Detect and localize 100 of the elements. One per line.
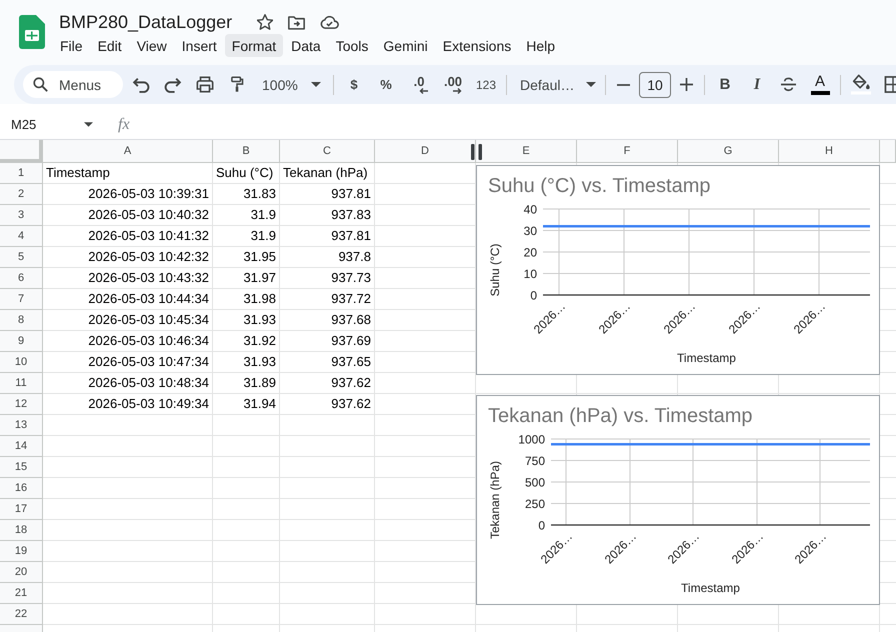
row-header[interactable]: 16 xyxy=(0,478,43,499)
row-header[interactable]: 21 xyxy=(0,583,43,604)
font-size-field[interactable]: 10 xyxy=(639,72,671,98)
y-tick-label: 20 xyxy=(524,246,537,260)
menu-item[interactable]: Data xyxy=(284,34,328,57)
currency-format-button[interactable]: $ xyxy=(340,70,368,98)
row-header[interactable]: 9 xyxy=(0,331,43,352)
table-cell-text: 937.69 xyxy=(330,332,372,350)
name-box[interactable]: M25 xyxy=(11,117,84,132)
table-cell-text: Suhu (°C) xyxy=(215,164,274,182)
table-cell-text: 2026-05-03 10:44:34 xyxy=(87,290,210,308)
drag-handle-icon[interactable] xyxy=(471,144,482,160)
table-cell-text: 937.81 xyxy=(330,227,372,245)
row-header[interactable]: 8 xyxy=(0,310,43,331)
column-header[interactable]: B xyxy=(213,140,280,163)
percent-format-button[interactable]: % xyxy=(372,70,400,98)
table-cell-text: 937.68 xyxy=(330,311,372,329)
row-header[interactable]: 18 xyxy=(0,520,43,541)
table-cell-text: 937.65 xyxy=(330,353,372,371)
chart-title: Tekanan (hPa) vs. Timestamp xyxy=(488,405,753,427)
table-cell-text: 937.62 xyxy=(330,395,372,413)
menu-item[interactable]: View xyxy=(130,34,174,57)
caret-icon[interactable] xyxy=(84,122,93,127)
cloud-check-icon[interactable] xyxy=(320,16,340,28)
column-header[interactable]: F xyxy=(577,140,678,163)
table-cell-text: 31.98 xyxy=(242,290,277,308)
increase-decimal-button[interactable]: .00 xyxy=(438,70,468,98)
column-header[interactable]: D xyxy=(375,140,476,163)
paint-roller-icon[interactable] xyxy=(228,76,246,93)
table-cell-text: 2026-05-03 10:48:34 xyxy=(87,374,210,392)
menu-item[interactable]: Format xyxy=(224,34,284,57)
row-header[interactable]: 19 xyxy=(0,541,43,562)
row-header[interactable]: 14 xyxy=(0,436,43,457)
color-bar-icon xyxy=(810,91,830,95)
column-header[interactable]: C xyxy=(280,140,375,163)
y-tick-label: 750 xyxy=(524,454,545,468)
menu-item[interactable]: Help xyxy=(519,34,562,57)
table-cell-text: 937.62 xyxy=(330,374,372,392)
redo-icon[interactable] xyxy=(164,76,182,93)
row-header[interactable]: 3 xyxy=(0,205,43,226)
menu-item[interactable]: Edit xyxy=(90,34,129,57)
y-tick-label: 40 xyxy=(524,202,537,216)
table-cell-text: 2026-05-03 10:39:31 xyxy=(87,185,210,203)
font-dropdown[interactable]: Defaul… xyxy=(513,70,599,98)
column-header[interactable]: G xyxy=(678,140,779,163)
row-header[interactable]: 6 xyxy=(0,268,43,289)
caret-icon xyxy=(586,82,596,87)
menu-item[interactable]: Gemini xyxy=(376,34,435,57)
row-header[interactable]: 5 xyxy=(0,247,43,268)
row-header[interactable]: 4 xyxy=(0,226,43,247)
menu-item[interactable]: File xyxy=(53,34,90,57)
caret-icon xyxy=(311,82,321,87)
column-header[interactable]: H xyxy=(779,140,880,163)
row-header[interactable]: 13 xyxy=(0,415,43,436)
strikethrough-icon[interactable] xyxy=(780,77,797,92)
row-header[interactable]: 2 xyxy=(0,184,43,205)
table-cell-text: 2026-05-03 10:40:32 xyxy=(87,206,210,224)
table-cell-text: 2026-05-03 10:42:32 xyxy=(87,248,210,266)
table-cell-text: 31.83 xyxy=(242,185,277,203)
row-header[interactable]: 20 xyxy=(0,562,43,583)
minus-icon[interactable] xyxy=(617,84,630,86)
spreadsheet-logo-icon[interactable] xyxy=(19,15,45,49)
decrease-decimal-button[interactable]: .0 xyxy=(404,70,434,98)
number-format-button[interactable]: 123 xyxy=(472,70,500,98)
document-title[interactable]: BMP280_DataLogger xyxy=(59,10,232,34)
row-header[interactable]: 11 xyxy=(0,373,43,394)
row-header[interactable]: 10 xyxy=(0,352,43,373)
table-cell-text: 2026-05-03 10:43:32 xyxy=(87,269,210,287)
row-header[interactable]: 15 xyxy=(0,457,43,478)
menu-item[interactable]: Tools xyxy=(328,34,376,57)
text-color-button[interactable]: A xyxy=(806,70,834,98)
y-tick-label: 1000 xyxy=(518,432,545,446)
table-cell-text: Timestamp xyxy=(45,164,111,182)
row-header[interactable]: 1 xyxy=(0,163,43,184)
table-cell-text: 31.95 xyxy=(242,248,277,266)
undo-icon[interactable] xyxy=(132,76,150,93)
folder-icon[interactable] xyxy=(288,14,306,30)
column-header[interactable]: A xyxy=(43,140,213,163)
y-tick-label: 30 xyxy=(524,224,537,238)
row-header[interactable]: 12 xyxy=(0,394,43,415)
star-icon[interactable] xyxy=(257,14,274,30)
y-tick-label: 250 xyxy=(524,497,545,511)
zoom-dropdown[interactable]: 100% xyxy=(255,70,327,98)
table-cell-text: 31.94 xyxy=(242,395,277,413)
table-cell-text: 31.97 xyxy=(242,269,277,287)
row-header[interactable]: 17 xyxy=(0,499,43,520)
plus-icon[interactable] xyxy=(680,78,693,91)
italic-button[interactable]: I xyxy=(743,70,771,98)
menu-item[interactable]: Extensions xyxy=(436,34,518,57)
row-header[interactable]: 22 xyxy=(0,604,43,625)
menu-item[interactable]: Insert xyxy=(174,34,224,57)
fill-bucket-icon[interactable] xyxy=(850,74,872,95)
search-field[interactable]: Menus xyxy=(23,71,123,98)
row-header[interactable]: 7 xyxy=(0,289,43,310)
chart-title: Suhu (°C) vs. Timestamp xyxy=(488,175,710,197)
print-icon[interactable] xyxy=(196,76,214,93)
bold-button[interactable]: B xyxy=(711,70,739,98)
column-header[interactable]: E xyxy=(476,140,577,163)
table-cell-text: 937.72 xyxy=(330,290,372,308)
arrow-left-icon xyxy=(418,88,428,94)
